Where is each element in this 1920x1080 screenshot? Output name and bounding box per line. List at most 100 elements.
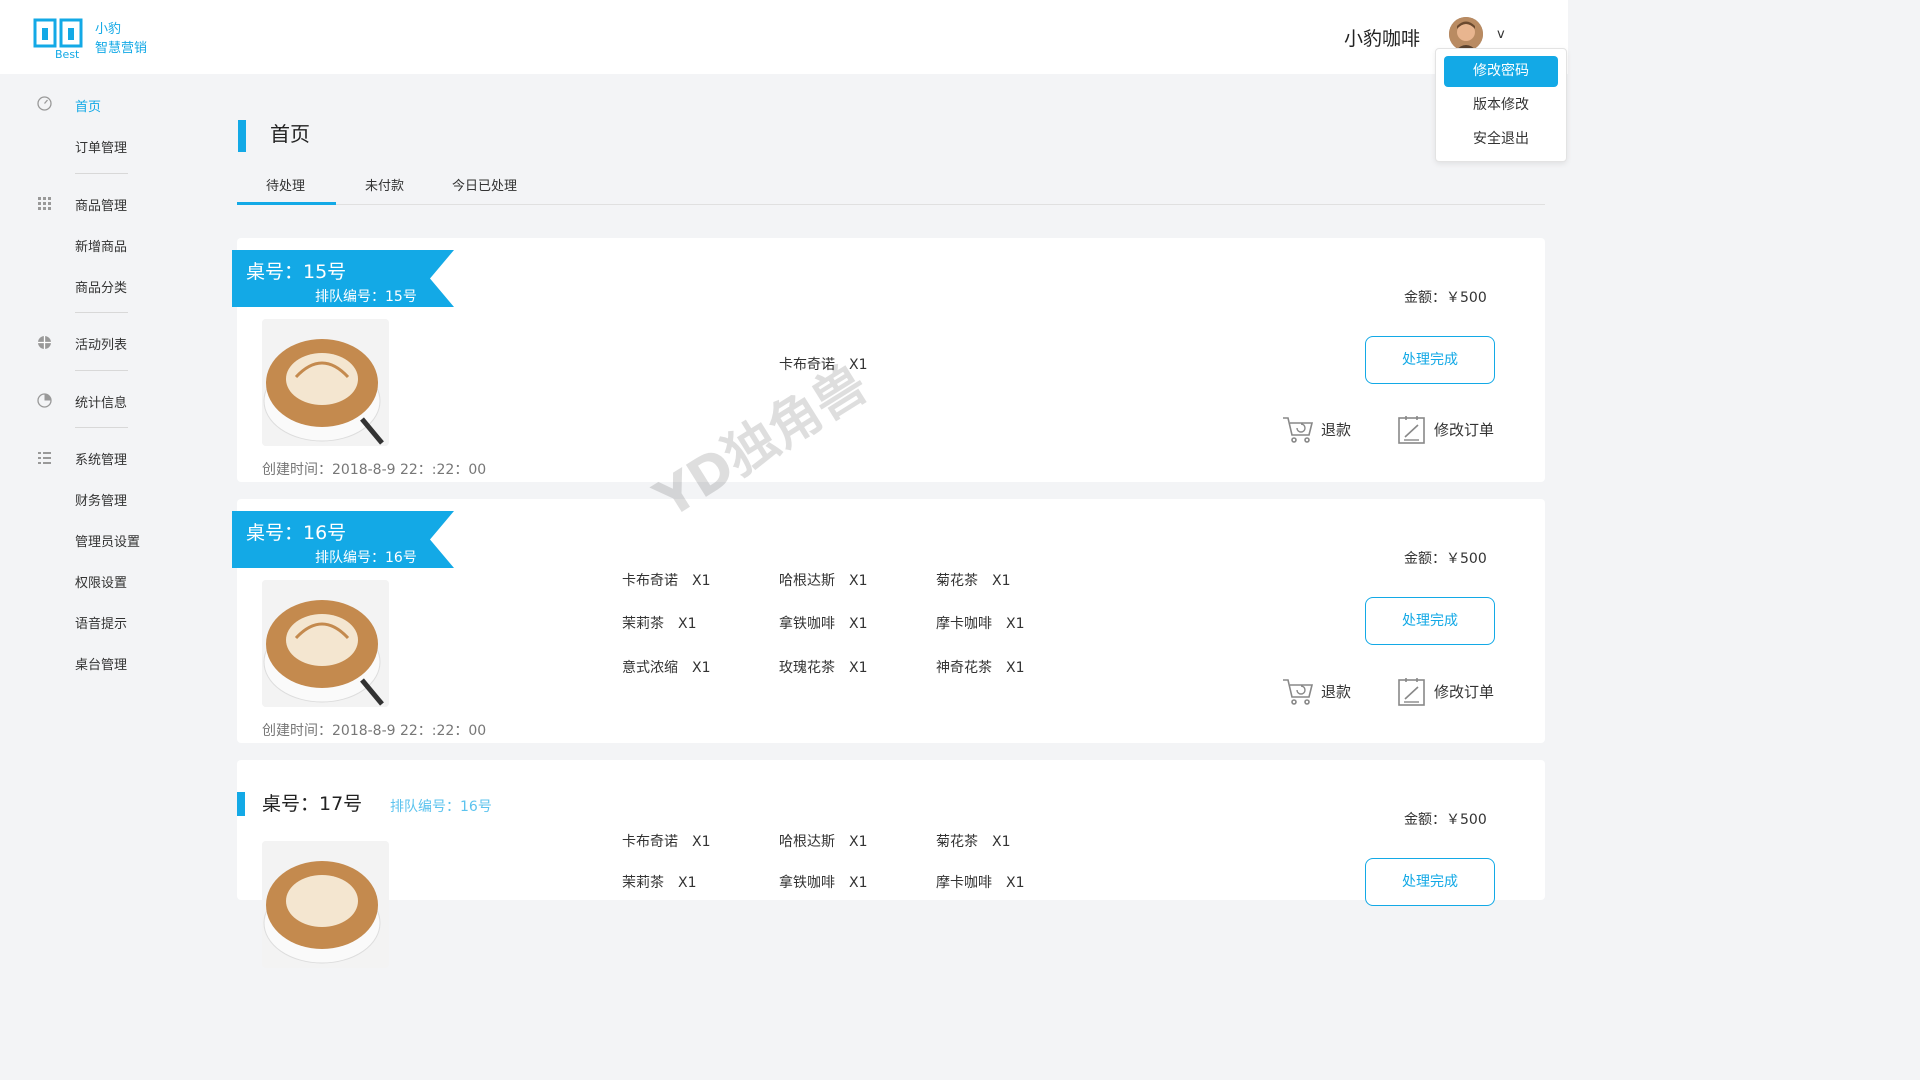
created-time: 创建时间：2018-8-9 22：:22：00 — [262, 462, 487, 478]
logo-icon: Best — [33, 18, 83, 60]
item-qty: X1 — [849, 660, 868, 676]
menu-item-version[interactable]: 版本修改 — [1444, 90, 1558, 121]
sidebar-divider — [75, 173, 128, 174]
brand-line-1: 小豹 — [95, 22, 122, 37]
item-qty: X1 — [849, 616, 868, 632]
refund-label: 退款 — [1321, 421, 1352, 439]
coffee-cup-image — [262, 841, 389, 968]
cart-icon — [1283, 679, 1314, 705]
modify-order-label: 修改订单 — [1434, 683, 1495, 701]
table-number: 桌号：15号 — [246, 261, 347, 283]
order-item: 神奇花茶 X1 — [936, 657, 1025, 677]
item-name: 茉莉茶 — [622, 875, 664, 891]
order-item: 意式浓缩 X1 — [622, 657, 711, 677]
sidebar-item-finance[interactable]: 财务管理 — [75, 490, 127, 509]
item-name: 茉莉茶 — [622, 616, 664, 632]
product-image — [262, 319, 389, 446]
item-name: 摩卡咖啡 — [936, 875, 992, 891]
sidebar: 首页 订单管理 商品管理 新增商品 商品分类 活动列表 统计信息 系统管理 财务… — [0, 74, 200, 882]
order-card: 桌号：16号 排队编号：16号 金额：￥500 创建时间：2018-8-9 22… — [232, 499, 1545, 743]
sidebar-divider — [75, 312, 128, 313]
item-qty: X1 — [849, 573, 868, 589]
item-qty: X1 — [992, 834, 1011, 850]
sidebar-item-voice[interactable]: 语音提示 — [75, 613, 127, 632]
sidebar-item-tables[interactable]: 桌台管理 — [75, 654, 127, 673]
item-name: 摩卡咖啡 — [936, 616, 992, 632]
tab-pending[interactable]: 待处理 — [266, 175, 305, 194]
avatar-image — [1449, 17, 1483, 51]
pie-chart-icon — [37, 393, 52, 408]
order-item: 拿铁咖啡 X1 — [779, 872, 868, 892]
sidebar-item-system[interactable]: 系统管理 — [75, 449, 127, 468]
page-title: 首页 — [270, 122, 310, 146]
item-name: 卡布奇诺 — [622, 834, 678, 850]
order-item: 菊花茶 X1 — [936, 831, 1011, 851]
table-accent — [237, 792, 245, 816]
order-item: 摩卡咖啡 X1 — [936, 872, 1025, 892]
item-qty: X1 — [678, 875, 697, 891]
modify-order-label: 修改订单 — [1434, 421, 1495, 439]
sidebar-item-home[interactable]: 首页 — [75, 96, 101, 115]
sidebar-item-orders[interactable]: 订单管理 — [75, 137, 127, 156]
order-item: 哈根达斯 X1 — [779, 831, 868, 851]
tab-processed-today[interactable]: 今日已处理 — [452, 175, 517, 194]
brand-text: 小豹 智慧营销 — [95, 20, 147, 58]
menu-item-logout[interactable]: 安全退出 — [1444, 124, 1558, 155]
item-name: 拿铁咖啡 — [779, 875, 835, 891]
item-name: 神奇花茶 — [936, 660, 992, 676]
order-item: 摩卡咖啡 X1 — [936, 613, 1025, 633]
list-icon — [38, 452, 51, 464]
item-qty: X1 — [1006, 660, 1025, 676]
refund-label: 退款 — [1321, 683, 1352, 701]
queue-number: 排队编号：16号 — [315, 550, 417, 566]
item-qty: X1 — [678, 616, 697, 632]
order-card: 桌号：17号 排队编号：16号 金额：￥500 卡布奇诺 X1 哈根达斯 X1 菊花… — [237, 760, 1545, 968]
avatar[interactable] — [1449, 17, 1483, 51]
user-menu-toggle[interactable]: v — [1497, 27, 1505, 42]
item-name: 哈根达斯 — [779, 834, 835, 850]
created-time: 创建时间：2018-8-9 22：:22：00 — [262, 723, 487, 739]
item-qty: X1 — [1006, 616, 1025, 632]
table-number: 桌号：16号 — [246, 522, 347, 544]
complete-button[interactable]: 处理完成 — [1365, 336, 1495, 384]
sidebar-item-activities[interactable]: 活动列表 — [75, 334, 127, 353]
item-name: 玫瑰花茶 — [779, 660, 835, 676]
product-image — [262, 841, 389, 968]
item-qty: X1 — [992, 573, 1011, 589]
complete-button[interactable]: 处理完成 — [1365, 858, 1495, 906]
item-qty: X1 — [849, 834, 868, 850]
queue-number: 排队编号：16号 — [390, 799, 492, 815]
order-amount: 金额：￥500 — [1404, 551, 1487, 567]
coffee-cup-image — [262, 319, 389, 446]
item-qty: X1 — [692, 573, 711, 589]
sidebar-item-statistics[interactable]: 统计信息 — [75, 392, 127, 411]
order-item: 菊花茶 X1 — [936, 570, 1011, 590]
sidebar-item-admins[interactable]: 管理员设置 — [75, 531, 140, 550]
sidebar-divider — [75, 427, 128, 428]
menu-item-change-password[interactable]: 修改密码 — [1444, 56, 1558, 87]
user-name[interactable]: 小豹咖啡 — [1344, 24, 1420, 51]
table-number: 桌号：17号 — [262, 793, 363, 815]
sidebar-item-permissions[interactable]: 权限设置 — [75, 572, 127, 591]
item-name: 哈根达斯 — [779, 573, 835, 589]
page-title-accent — [238, 120, 246, 152]
sidebar-item-products[interactable]: 商品管理 — [75, 195, 127, 214]
complete-button[interactable]: 处理完成 — [1365, 597, 1495, 645]
item-name: 意式浓缩 — [622, 660, 678, 676]
activity-icon — [38, 336, 51, 349]
tab-unpaid[interactable]: 未付款 — [365, 175, 404, 194]
top-bar: Best 小豹 智慧营销 小豹咖啡 v — [0, 0, 1568, 74]
user-dropdown-menu: 修改密码 版本修改 安全退出 — [1435, 48, 1567, 162]
sidebar-item-categories[interactable]: 商品分类 — [75, 277, 127, 296]
brand-logo[interactable]: Best 小豹 智慧营销 — [33, 14, 163, 64]
queue-number: 排队编号：15号 — [315, 289, 417, 305]
order-item: 茉莉茶 X1 — [622, 613, 697, 633]
edit-document-icon — [1398, 416, 1425, 444]
order-card: 桌号：15号 排队编号：15号 金额：￥500 创建时间：2018-8-9 22… — [232, 238, 1545, 482]
sidebar-item-add-product[interactable]: 新增商品 — [75, 236, 127, 255]
dashboard-icon — [37, 96, 52, 111]
brand-line-2: 智慧营销 — [95, 41, 148, 56]
product-image — [262, 580, 389, 707]
item-qty: X1 — [849, 875, 868, 891]
order-item: 拿铁咖啡 X1 — [779, 613, 868, 633]
